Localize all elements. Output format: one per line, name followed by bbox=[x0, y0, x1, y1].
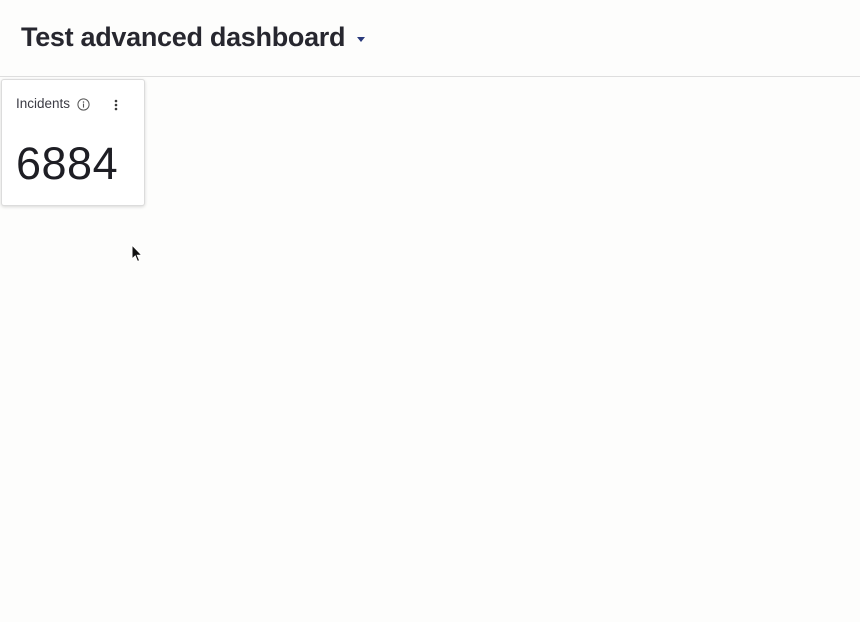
more-vertical-icon[interactable] bbox=[111, 98, 121, 112]
incident-count: 6884 bbox=[16, 138, 119, 189]
widget-header: Incidents bbox=[16, 96, 90, 112]
dashboard-page: Test advanced dashboard Incidents 6884 bbox=[0, 0, 860, 622]
dashboard-selector[interactable]: Test advanced dashboard bbox=[21, 19, 366, 55]
mouse-pointer-icon bbox=[131, 243, 143, 263]
caret-down-icon[interactable] bbox=[357, 36, 366, 42]
info-icon[interactable] bbox=[77, 97, 90, 111]
dashboard-header: Test advanced dashboard bbox=[0, 0, 860, 77]
widget-title: Incidents bbox=[16, 96, 71, 111]
incidents-widget[interactable]: Incidents 6884 bbox=[1, 79, 145, 206]
dashboard-title[interactable]: Test advanced dashboard bbox=[21, 19, 346, 55]
